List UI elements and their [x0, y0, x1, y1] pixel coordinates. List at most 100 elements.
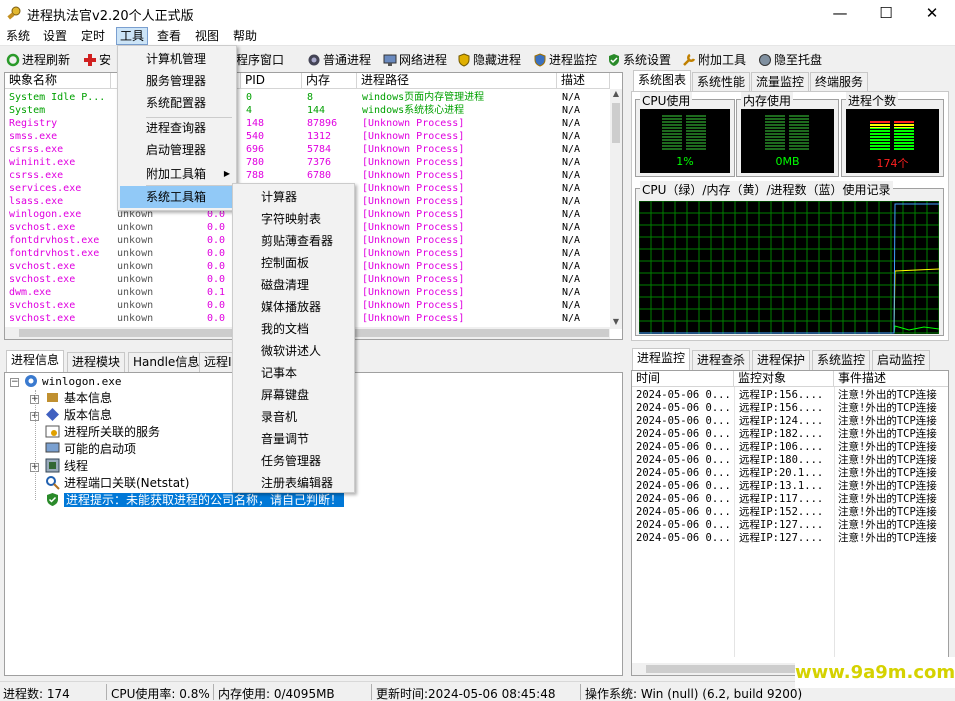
menu-item-process-query[interactable]: 进程查询器 [120, 117, 206, 139]
log-row[interactable]: 2024-05-06 0... 远程IP:20.1... 注意!外出的TCP连接 [632, 467, 948, 480]
process-row[interactable]: smss.exe 540 1312 [Unknown Process] N/A [5, 130, 610, 143]
hidden-process-button[interactable]: 隐藏进程 [457, 51, 521, 69]
menu-item-startup-manager[interactable]: 启动管理器 [120, 139, 206, 161]
menu-item-addon-toolbox[interactable]: 附加工具箱 ▶ [120, 163, 236, 185]
log-row[interactable]: 2024-05-06 0... 远程IP:156.... 注意!外出的TCP连接 [632, 389, 948, 402]
log-row[interactable]: 2024-05-06 0... 远程IP:106.... 注意!外出的TCP连接 [632, 441, 948, 454]
menu-tools[interactable]: 工具 [116, 27, 149, 45]
menu-item-service-manager[interactable]: 服务管理器 [120, 70, 206, 92]
process-row[interactable]: System Idle P... 0 8 windows页面内存管理进程 N/A [5, 91, 610, 104]
hide-tray-button[interactable]: 隐至托盘 [758, 51, 822, 69]
col-event-desc[interactable]: 事件描述 [834, 371, 948, 387]
submenu-item[interactable]: 字符映射表 [235, 208, 321, 230]
process-row[interactable]: csrss.exe 788 6780 [Unknown Process] N/A [5, 169, 610, 182]
log-row[interactable]: 2024-05-06 0... 远程IP:127.... 注意!外出的TCP连接 [632, 519, 948, 532]
menu-item-system-config[interactable]: 系统配置器 [120, 92, 206, 114]
process-row[interactable]: wininit.exe 780 7376 [Unknown Process] N/A [5, 156, 610, 169]
col-pid[interactable]: PID [241, 73, 302, 89]
menu-item-computer-management[interactable]: 计算机管理 [120, 48, 206, 70]
log-row[interactable]: 2024-05-06 0... 远程IP:156.... 注意!外出的TCP连接 [632, 402, 948, 415]
submenu-item[interactable]: 任务管理器 [235, 450, 321, 472]
menu-system[interactable]: 系统 [3, 27, 33, 45]
process-row[interactable]: csrss.exe 696 5784 [Unknown Process] N/A [5, 143, 610, 156]
process-cell-name: svchost.exe [9, 300, 76, 311]
submenu-item[interactable]: 我的文档 [235, 318, 309, 340]
submenu-item[interactable]: 剪贴薄查看器 [235, 230, 333, 252]
submenu-item[interactable]: 注册表编辑器 [235, 472, 333, 494]
tab-terminal-service[interactable]: 终端服务 [810, 72, 869, 92]
process-row[interactable]: Registry 148 87896 [Unknown Process] N/A [5, 117, 610, 130]
log-row[interactable]: 2024-05-06 0... 远程IP:127.... 注意!外出的TCP连接 [632, 532, 948, 545]
minimize-button[interactable]: — [817, 0, 863, 26]
tree-netstat[interactable]: 进程端口关联(Netstat) [45, 475, 189, 492]
log-row[interactable]: 2024-05-06 0... 远程IP:13.1... 注意!外出的TCP连接 [632, 480, 948, 493]
tree-basic-info[interactable]: 基本信息 [45, 390, 112, 407]
submenu-item[interactable]: 计算器 [235, 186, 297, 208]
col-desc[interactable]: 描述 [557, 73, 610, 89]
menu-settings[interactable]: 设置 [40, 27, 70, 45]
process-monitor-button[interactable]: 进程监控 [533, 51, 597, 69]
process-cell-pid: 788 [246, 170, 265, 181]
submenu-item[interactable]: 录音机 [235, 406, 297, 428]
submenu-item[interactable]: 磁盘清理 [235, 274, 309, 296]
addon-tools-button[interactable]: 附加工具 [682, 51, 746, 69]
col-time[interactable]: 时间 [632, 371, 734, 387]
col-path[interactable]: 进程路径 [357, 73, 557, 89]
log-row[interactable]: 2024-05-06 0... 远程IP:124.... 注意!外出的TCP连接 [632, 415, 948, 428]
network-process-button[interactable]: 网络进程 [383, 51, 447, 69]
diamond-icon [46, 408, 59, 421]
log-row[interactable]: 2024-05-06 0... 远程IP:117.... 注意!外出的TCP连接 [632, 493, 948, 506]
log-row[interactable]: 2024-05-06 0... 远程IP:152.... 注意!外出的TCP连接 [632, 506, 948, 519]
tree-hint[interactable]: 进程提示：未能获取进程的公司名称，请自己判断！ [45, 492, 345, 509]
menu-item-system-toolbox[interactable]: 系统工具箱 [120, 186, 236, 208]
submenu-item[interactable]: 记事本 [235, 362, 297, 384]
wrench-icon [683, 53, 696, 66]
tab-process-info[interactable]: 进程信息 [6, 350, 65, 372]
submenu-item[interactable]: 媒体播放器 [235, 296, 321, 318]
check-shield-icon [609, 54, 619, 66]
program-window-button[interactable]: 程序窗口 [236, 51, 284, 69]
col-memory[interactable]: 内存 [302, 73, 357, 89]
install-button[interactable]: 安 [83, 51, 111, 69]
refresh-button[interactable]: 进程刷新 [6, 51, 70, 69]
col-monitor-target[interactable]: 监控对象 [734, 371, 834, 387]
system-settings-button[interactable]: 系统设置 [607, 51, 671, 69]
submenu-item[interactable]: 微软讲述人 [235, 340, 321, 362]
close-button[interactable]: ✕ [909, 0, 955, 26]
tab-system-perf[interactable]: 系统性能 [692, 72, 751, 92]
tab-startup-monitor[interactable]: 启动监控 [872, 350, 931, 370]
tab-process-modules[interactable]: 进程模块 [67, 352, 126, 372]
submenu-item[interactable]: 音量调节 [235, 428, 309, 450]
monitor-log-list[interactable]: 时间 监控对象 事件描述 2024-05-06 0... 远程IP:156....… [631, 370, 949, 676]
tree-threads[interactable]: 线程 [45, 458, 88, 475]
menu-view[interactable]: 查看 [154, 27, 184, 45]
process-cell-desc: N/A [562, 274, 581, 285]
tab-handle-info[interactable]: Handle信息 [128, 352, 205, 372]
process-cell-col2: unkown [117, 274, 154, 285]
tree-root[interactable]: winlogon.exe [23, 373, 121, 390]
menu-timer[interactable]: 定时 [78, 27, 108, 45]
tab-remote[interactable]: 远程I [199, 352, 237, 372]
tree-startup[interactable]: 可能的启动项 [45, 441, 136, 458]
maximize-button[interactable]: ☐ [863, 0, 909, 26]
submenu-item[interactable]: 屏幕键盘 [235, 384, 309, 406]
tab-process-kill[interactable]: 进程查杀 [692, 350, 751, 370]
menu-viewmode[interactable]: 视图 [192, 27, 222, 45]
log-row[interactable]: 2024-05-06 0... 远程IP:182.... 注意!外出的TCP连接 [632, 428, 948, 441]
normal-process-button[interactable]: 普通进程 [307, 51, 371, 69]
col-image-name[interactable]: 映象名称 [5, 73, 111, 89]
process-row[interactable]: System 4 144 windows系统核心进程 N/A [5, 104, 610, 117]
shield-icon [458, 53, 470, 67]
log-row[interactable]: 2024-05-06 0... 远程IP:180.... 注意!外出的TCP连接 [632, 454, 948, 467]
tab-system-monitor[interactable]: 系统监控 [812, 350, 871, 370]
submenu-item[interactable]: 控制面板 [235, 252, 309, 274]
tab-traffic-monitor[interactable]: 流量监控 [751, 72, 810, 92]
vertical-scrollbar[interactable]: ▲ ▼ [610, 89, 622, 329]
menu-help[interactable]: 帮助 [230, 27, 260, 45]
expand-toggle[interactable]: − [10, 378, 19, 387]
tab-process-monitor[interactable]: 进程监控 [632, 348, 691, 370]
tree-services[interactable]: 进程所关联的服务 [45, 424, 160, 441]
tab-process-protect[interactable]: 进程保护 [752, 350, 811, 370]
tree-version-info[interactable]: 版本信息 [45, 407, 112, 424]
tab-system-chart[interactable]: 系统图表 [633, 70, 692, 92]
